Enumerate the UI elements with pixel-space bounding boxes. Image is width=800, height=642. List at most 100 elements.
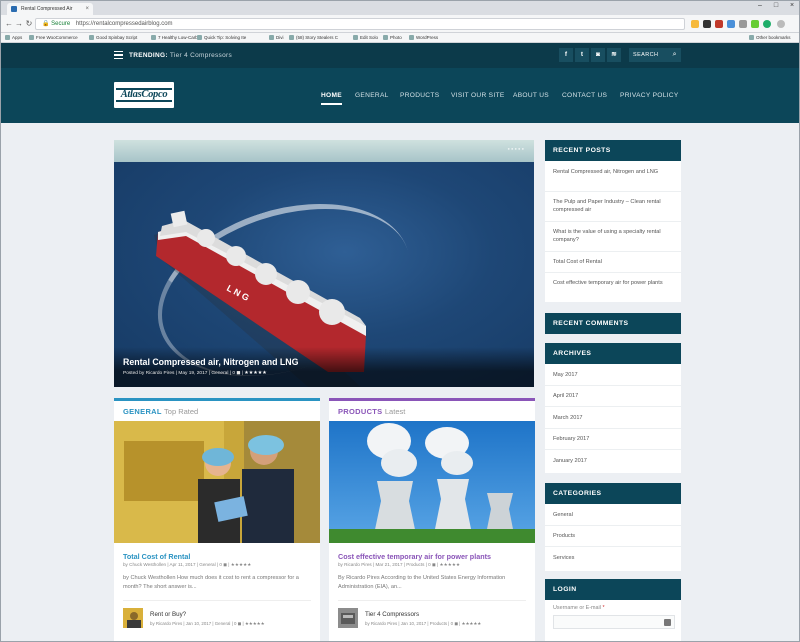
nav-general[interactable]: GENERAL [355,68,389,123]
browser-tab[interactable]: Rental Compressed Air × [7,3,93,15]
bookmark-item[interactable]: (58) Story Stealers C [289,33,338,43]
archive-link[interactable]: April 2017 [553,392,675,400]
category-subheading: Latest [384,407,406,416]
close-window-icon[interactable]: × [785,1,799,11]
category-subheading: Top Rated [164,407,199,416]
bookmark-item[interactable]: Photo [383,33,402,43]
bookmark-item[interactable]: Free WooCommerce [29,33,78,43]
favicon-icon [11,6,17,12]
archive-link[interactable]: January 2017 [553,457,675,465]
trending-link[interactable]: Tier 4 Compressors [170,52,232,59]
required-mark: * [602,605,605,611]
logo-text: AtlasCopco [120,89,168,100]
nav-products[interactable]: PRODUCTS [400,68,439,123]
archive-link[interactable]: May 2017 [553,371,675,379]
category-link[interactable]: General [553,511,675,519]
nav-contact-us[interactable]: CONTACT US [562,68,607,123]
category-link[interactable]: Services [553,554,675,562]
post-title[interactable]: Cost effective temporary air for power p… [338,552,491,561]
slider-dots[interactable]: ● ● ● ● ● [507,146,524,151]
extension-icon[interactable] [751,20,759,28]
mini-thumbnail[interactable] [123,608,143,628]
mini-post-title[interactable]: Tier 4 Compressors [365,611,419,618]
extension-icon[interactable] [727,20,735,28]
divider [545,272,681,273]
close-tab-icon[interactable]: × [85,3,89,15]
facebook-icon[interactable]: f [559,48,573,62]
site-top-bar: TRENDING: Tier 4 Compressors f t ◙ ≋ SEA… [1,43,799,68]
recent-post-link[interactable]: The Pulp and Paper Industry – Clean rent… [553,198,675,214]
bookmark-item[interactable]: Quick Tip: Solving Ite [197,33,246,43]
extension-icon[interactable] [703,20,711,28]
extension-icon[interactable] [691,20,699,28]
extension-icon[interactable] [763,20,771,28]
mini-post-title[interactable]: Rent or Buy? [150,611,186,618]
search-icon[interactable]: ⌕ [673,48,677,62]
widget-title: ARCHIVES [545,343,681,364]
menu-icon[interactable] [777,20,785,28]
recent-post-link[interactable]: Cost effective temporary air for power p… [553,279,675,287]
divider [545,251,681,252]
trending-label: TRENDING: [129,52,168,59]
reload-icon[interactable]: ↻ [23,18,35,30]
nav-home[interactable]: HOME [321,68,342,123]
recent-post-link[interactable]: What is the value of using a specialty r… [553,228,675,244]
workers-photo [114,421,320,543]
main-header: AtlasCopco HOME GENERAL PRODUCTS VISIT O… [1,68,799,123]
maximize-icon[interactable]: □ [769,1,783,11]
bookmark-item[interactable]: 7 Healthy Low-Carb [151,33,198,43]
divider [545,406,681,407]
twitter-icon[interactable]: t [575,48,589,62]
instagram-icon[interactable]: ◙ [591,48,605,62]
nav-visit-our-site[interactable]: VISIT OUR SITE [451,68,505,123]
address-input[interactable]: 🔒 Secure https://rentalcompressedairblog… [35,18,685,30]
lock-icon: 🔒 [42,21,50,27]
post-thumbnail[interactable] [329,421,535,543]
extension-icon[interactable] [739,20,747,28]
mini-post-meta: by Ricardo Pires | Jan 10, 2017 | Genera… [150,621,265,626]
divider [123,600,311,601]
bookmark-item[interactable]: Good Spinbay Script [89,33,137,43]
mini-thumbnail[interactable] [338,608,358,628]
archive-link[interactable]: February 2017 [553,435,675,443]
power-plant-photo [329,421,535,543]
bookmark-item[interactable]: Apps [5,33,22,43]
extension-icon[interactable] [715,20,723,28]
nav-about-us[interactable]: ABOUT US [513,68,549,123]
recent-post-link[interactable]: Total Cost of Rental [553,258,675,266]
rss-icon[interactable]: ≋ [607,48,621,62]
archive-link[interactable]: March 2017 [553,414,675,422]
bookmark-item[interactable]: Edit Solo [353,33,378,43]
search-input[interactable]: SEARCH ⌕ [629,48,681,62]
bookmark-item[interactable]: Divi [269,33,284,43]
username-input[interactable] [553,615,675,629]
divider [545,385,681,386]
divider [545,428,681,429]
address-bar-row: ← → ↻ 🔒 Secure https://rentalcompresseda… [1,15,799,33]
secure-label: Secure [51,21,71,27]
divider [545,546,681,547]
mini-post-meta: by Ricardo Pires | Jan 10, 2017 | Produc… [365,621,482,626]
category-heading[interactable]: GENERAL Top Rated [123,407,198,416]
autofill-icon[interactable] [664,619,671,626]
recent-post-link[interactable]: Rental Compressed air, Nitrogen and LNG [553,168,675,176]
category-heading[interactable]: PRODUCTS Latest [338,407,405,416]
minimize-icon[interactable]: – [753,1,767,11]
other-bookmarks[interactable]: Other bookmarks [749,33,791,43]
rating-stars-icon: ★★★★★ [244,371,267,376]
site-logo[interactable]: AtlasCopco [114,82,174,108]
post-title[interactable]: Total Cost of Rental [123,552,190,561]
category-link[interactable]: Products [553,532,675,540]
divider [545,525,681,526]
post-thumbnail[interactable] [114,421,320,543]
featured-slider[interactable]: L N G ● ● ● ● ● Rental Compressed air, N… [114,140,534,387]
bookmark-item[interactable]: WordPress [409,33,438,43]
divider [545,449,681,450]
hamburger-icon[interactable] [114,51,123,60]
nav-privacy-policy[interactable]: PRIVACY POLICY [620,68,679,123]
category-accent-bar [329,398,535,401]
widget-title: RECENT COMMENTS [545,313,681,334]
browser-window: Rental Compressed Air × – □ × ← → ↻ 🔒 Se… [0,0,800,642]
hero-title[interactable]: Rental Compressed air, Nitrogen and LNG [123,357,298,367]
recent-posts-widget: RECENT POSTS Rental Compressed air, Nitr… [545,140,681,302]
